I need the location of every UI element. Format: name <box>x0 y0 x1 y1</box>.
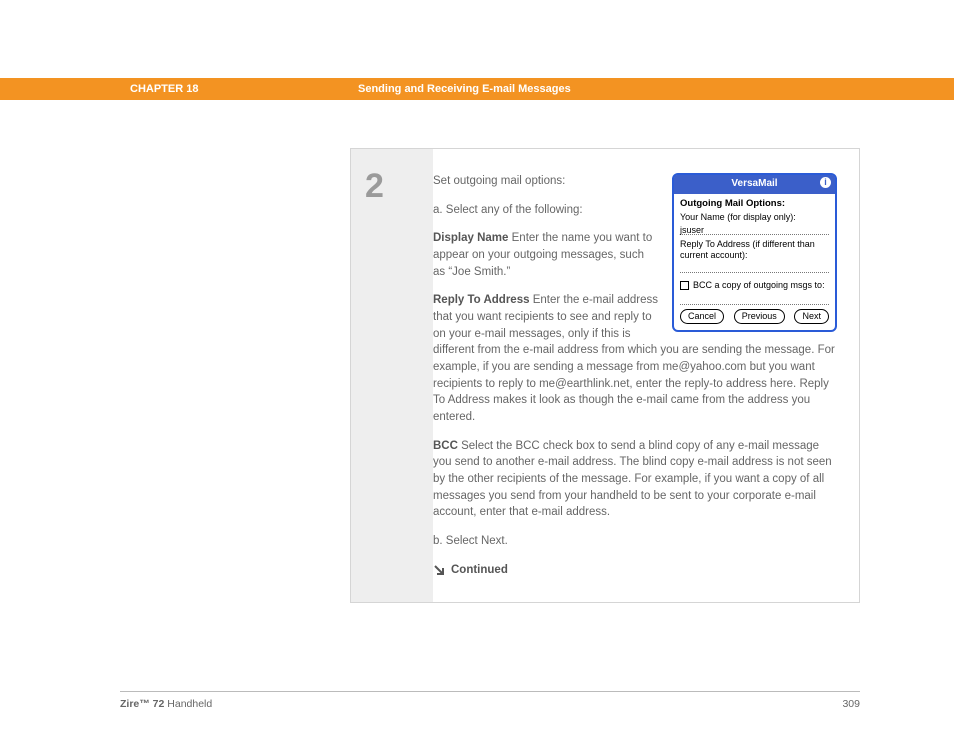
continued-label: Continued <box>451 562 508 579</box>
page-footer: Zire™ 72 Handheld 309 <box>120 698 860 710</box>
info-icon[interactable]: i <box>820 177 831 188</box>
device-reply-label: Reply To Address (if different than curr… <box>680 239 829 261</box>
device-name-input[interactable]: jsuser <box>680 224 829 235</box>
device-button-row: Cancel Previous Next <box>680 309 829 324</box>
step-content-box: 2 VersaMail i Outgoing Mail Options: You… <box>350 148 860 603</box>
substep-b: b. Select Next. <box>433 533 837 550</box>
bcc-para: BCC Select the BCC check box to send a b… <box>433 438 837 521</box>
step-number: 2 <box>365 167 433 206</box>
device-name-label: Your Name (for display only): <box>680 212 829 223</box>
product-name: Zire™ 72 Handheld <box>120 698 212 710</box>
footer-divider <box>120 691 860 692</box>
step-number-column: 2 <box>351 149 433 602</box>
checkbox-icon[interactable] <box>680 281 689 290</box>
bcc-label: BCC <box>433 440 458 452</box>
product-name-rest: Handheld <box>164 698 212 710</box>
chapter-label: CHAPTER 18 <box>130 83 198 95</box>
chapter-header-bar: CHAPTER 18 Sending and Receiving E-mail … <box>0 78 954 100</box>
page-number: 309 <box>842 698 860 710</box>
device-bcc-label: BCC a copy of outgoing msgs to: <box>693 279 825 292</box>
product-name-bold: Zire™ 72 <box>120 698 164 710</box>
display-name-label: Display Name <box>433 232 508 244</box>
chapter-title: Sending and Receiving E-mail Messages <box>358 83 571 95</box>
previous-button[interactable]: Previous <box>734 309 785 324</box>
device-bcc-input[interactable] <box>680 294 829 305</box>
cancel-button[interactable]: Cancel <box>680 309 724 324</box>
device-title-text: VersaMail <box>731 178 777 189</box>
device-titlebar: VersaMail i <box>674 175 835 194</box>
device-reply-input[interactable] <box>680 262 829 273</box>
continued-row: Continued <box>433 562 837 579</box>
device-bcc-row: BCC a copy of outgoing msgs to: <box>680 279 829 292</box>
device-screenshot: VersaMail i Outgoing Mail Options: Your … <box>672 173 837 332</box>
device-body: Outgoing Mail Options: Your Name (for di… <box>674 194 835 330</box>
bcc-text: Select the BCC check box to send a blind… <box>433 440 832 519</box>
next-button[interactable]: Next <box>794 309 829 324</box>
device-heading: Outgoing Mail Options: <box>680 197 829 211</box>
reply-to-label: Reply To Address <box>433 294 530 306</box>
step-body: VersaMail i Outgoing Mail Options: Your … <box>433 149 859 602</box>
arrow-down-right-icon <box>433 564 445 576</box>
